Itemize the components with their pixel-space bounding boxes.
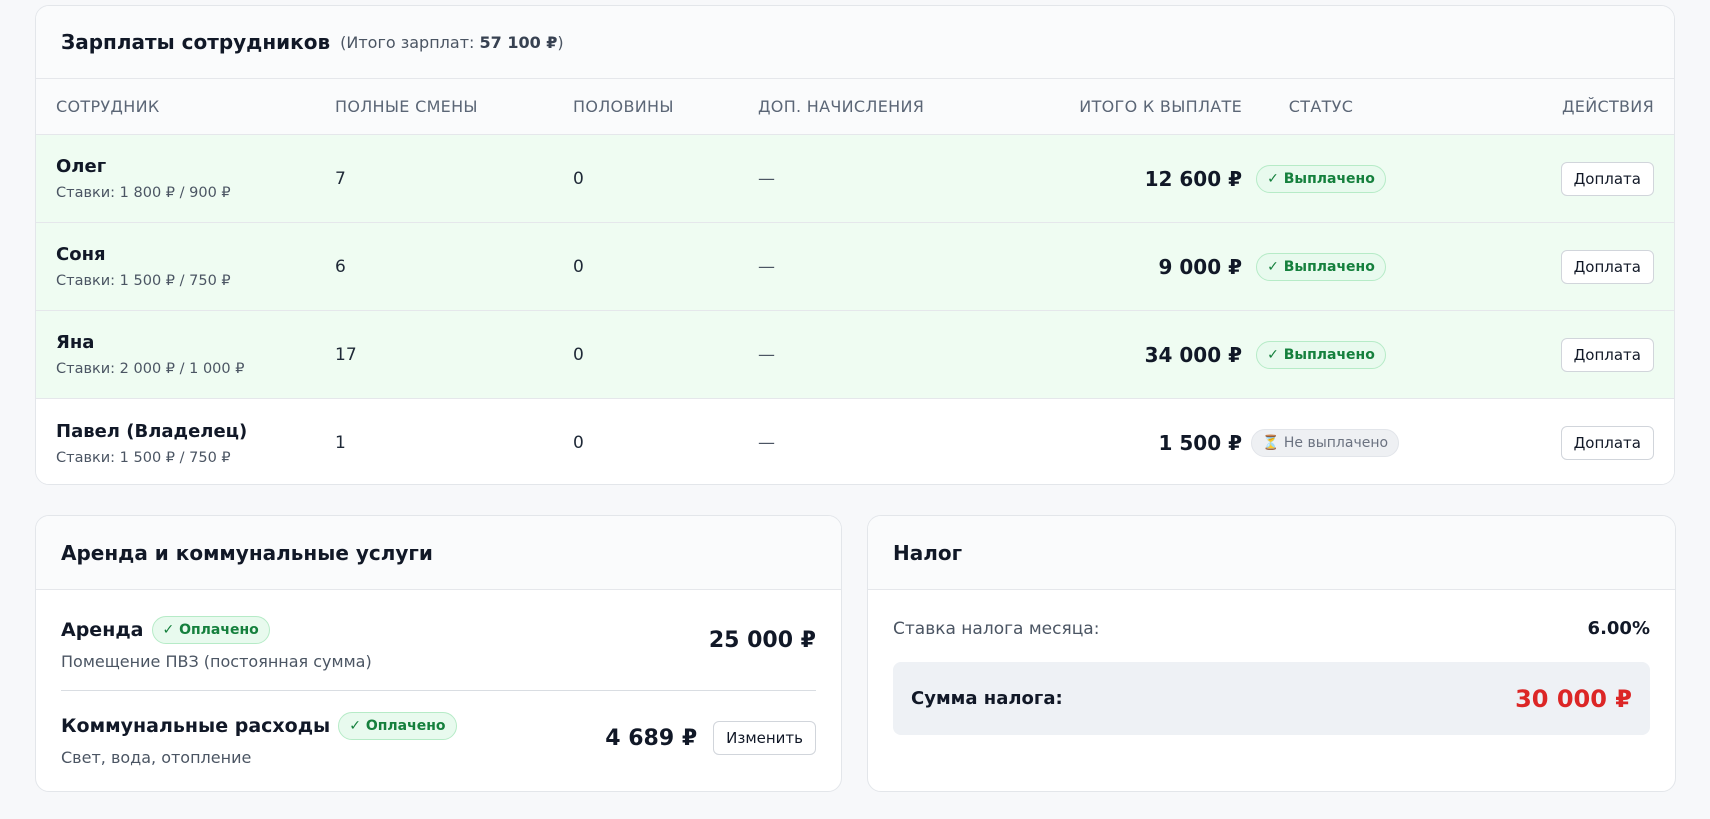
- column-header-full-shifts: ПОЛНЫЕ СМЕНЫ: [335, 97, 478, 116]
- tax-sum-label: Сумма налога:: [911, 688, 1063, 709]
- extra-value: —: [758, 168, 775, 189]
- salaries-summary-total: 57 100 ₽: [479, 32, 558, 52]
- total-value: 1 500 ₽: [1158, 431, 1242, 455]
- table-row: Павел (Владелец) Ставки: 1 500 ₽ / 750 ₽…: [36, 399, 1674, 484]
- rent-item-right: 25 000 ₽: [709, 628, 816, 653]
- employee-name: Соня: [56, 244, 106, 265]
- paid-badge: ✓ Оплачено: [151, 616, 270, 644]
- status-badge: ✓ Выплачено: [1256, 252, 1386, 281]
- extra-value: —: [758, 344, 775, 365]
- tax-card: Налог Ставка налога месяца: 6.00% Сумма …: [867, 515, 1676, 792]
- rent-divider: [61, 690, 816, 691]
- rent-item-right: 4 689 ₽ Изменить: [605, 721, 816, 755]
- employee-cell: Соня Ставки: 1 500 ₽ / 750 ₽: [56, 244, 231, 289]
- actions-cell: Доплата: [1560, 161, 1654, 196]
- status-badge: ⏳ Не выплачено: [1251, 429, 1400, 457]
- paid-badge: ✓ Оплачено: [338, 712, 457, 740]
- topup-button[interactable]: Доплата: [1560, 249, 1654, 284]
- actions-cell: Доплата: [1560, 426, 1654, 460]
- salaries-summary: (Итого зарплат: 57 100 ₽): [340, 33, 564, 52]
- rent-item-name: Аренда: [61, 619, 144, 641]
- rent-item-utilities: Коммунальные расходы ✓ Оплачено Свет, во…: [61, 712, 816, 767]
- salaries-summary-suffix: ): [557, 32, 564, 52]
- halves-value: 0: [573, 168, 584, 189]
- salaries-title: Зарплаты сотрудников: [61, 30, 331, 54]
- column-header-total: ИТОГО К ВЫПЛАТЕ: [1079, 97, 1242, 116]
- employee-rates: Ставки: 2 000 ₽ / 1 000 ₽: [56, 361, 245, 377]
- total-value: 9 000 ₽: [1158, 254, 1242, 279]
- total-value: 12 600 ₽: [1144, 166, 1242, 191]
- column-header-employee: СОТРУДНИК: [56, 97, 160, 116]
- status-cell: ✓ Выплачено: [1251, 252, 1391, 281]
- salaries-summary-prefix: (Итого зарплат:: [340, 32, 480, 52]
- employee-cell: Яна Ставки: 2 000 ₽ / 1 000 ₽: [56, 332, 244, 377]
- salaries-table-header: СОТРУДНИК ПОЛНЫЕ СМЕНЫ ПОЛОВИНЫ ДОП. НАЧ…: [36, 79, 1674, 135]
- employee-name: Павел (Владелец): [56, 420, 248, 442]
- edit-utilities-button[interactable]: Изменить: [713, 721, 816, 755]
- extra-value: —: [758, 256, 775, 277]
- rent-header: Аренда и коммунальные услуги: [36, 516, 841, 590]
- rent-utilities-card: Аренда и коммунальные услуги Аренда ✓ Оп…: [35, 515, 842, 792]
- table-row: Соня Ставки: 1 500 ₽ / 750 ₽ 6 0 — 9 000…: [36, 223, 1674, 311]
- column-header-status: СТАТУС: [1288, 97, 1354, 116]
- table-row: Олег Ставки: 1 800 ₽ / 900 ₽ 7 0 — 12 60…: [36, 135, 1674, 223]
- column-header-actions: ДЕЙСТВИЯ: [1562, 97, 1654, 116]
- rent-item-description: Помещение ПВЗ (постоянная сумма): [61, 652, 372, 671]
- status-cell: ✓ Выплачено: [1251, 164, 1391, 193]
- employee-name: Яна: [56, 332, 95, 353]
- actions-cell: Доплата: [1560, 337, 1654, 372]
- employee-rates: Ставки: 1 800 ₽ / 900 ₽: [56, 185, 231, 201]
- table-row: Яна Ставки: 2 000 ₽ / 1 000 ₽ 17 0 — 34 …: [36, 311, 1674, 399]
- halves-value: 0: [573, 256, 584, 277]
- full-shifts-value: 7: [335, 168, 346, 189]
- actions-cell: Доплата: [1560, 249, 1654, 284]
- rent-item-rent: Аренда ✓ Оплачено Помещение ПВЗ (постоян…: [61, 616, 816, 671]
- status-badge: ✓ Выплачено: [1256, 164, 1386, 193]
- tax-rate-value: 6.00%: [1587, 618, 1650, 639]
- full-shifts-value: 17: [335, 344, 357, 365]
- rent-amount: 25 000 ₽: [708, 628, 816, 653]
- rent-title: Аренда и коммунальные услуги: [61, 540, 433, 565]
- status-cell: ✓ Выплачено: [1251, 340, 1391, 369]
- status-badge: ✓ Выплачено: [1256, 340, 1386, 369]
- extra-value: —: [758, 433, 775, 453]
- tax-sum-box: Сумма налога: 30 000 ₽: [893, 662, 1650, 735]
- employee-name: Олег: [56, 156, 107, 177]
- employee-rates: Ставки: 1 500 ₽ / 750 ₽: [56, 449, 231, 466]
- salaries-header: Зарплаты сотрудников (Итого зарплат: 57 …: [36, 6, 1674, 79]
- topup-button[interactable]: Доплата: [1560, 161, 1654, 196]
- halves-value: 0: [573, 344, 584, 365]
- halves-value: 0: [573, 433, 584, 453]
- topup-button[interactable]: Доплата: [1560, 337, 1654, 372]
- column-header-extra: ДОП. НАЧИСЛЕНИЯ: [758, 97, 925, 116]
- tax-sum-value: 30 000 ₽: [1515, 684, 1632, 713]
- full-shifts-value: 6: [335, 256, 346, 277]
- employee-cell: Павел (Владелец) Ставки: 1 500 ₽ / 750 ₽: [56, 421, 247, 466]
- tax-header: Налог: [868, 516, 1675, 590]
- topup-button[interactable]: Доплата: [1560, 426, 1654, 460]
- total-value: 34 000 ₽: [1144, 342, 1242, 367]
- status-cell: ⏳ Не выплачено: [1251, 429, 1400, 457]
- tax-title: Налог: [893, 540, 963, 565]
- employee-cell: Олег Ставки: 1 800 ₽ / 900 ₽: [56, 156, 231, 201]
- tax-rate-label: Ставка налога месяца:: [893, 618, 1100, 639]
- full-shifts-value: 1: [335, 433, 346, 453]
- column-header-halves: ПОЛОВИНЫ: [573, 97, 674, 116]
- employee-rates: Ставки: 1 500 ₽ / 750 ₽: [56, 273, 231, 289]
- rent-name-line: Аренда ✓ Оплачено: [61, 616, 816, 644]
- utilities-amount: 4 689 ₽: [605, 725, 698, 751]
- tax-rate-row: Ставка налога месяца: 6.00%: [893, 618, 1650, 639]
- salaries-card: Зарплаты сотрудников (Итого зарплат: 57 …: [35, 5, 1675, 485]
- rent-item-name: Коммунальные расходы: [61, 715, 331, 737]
